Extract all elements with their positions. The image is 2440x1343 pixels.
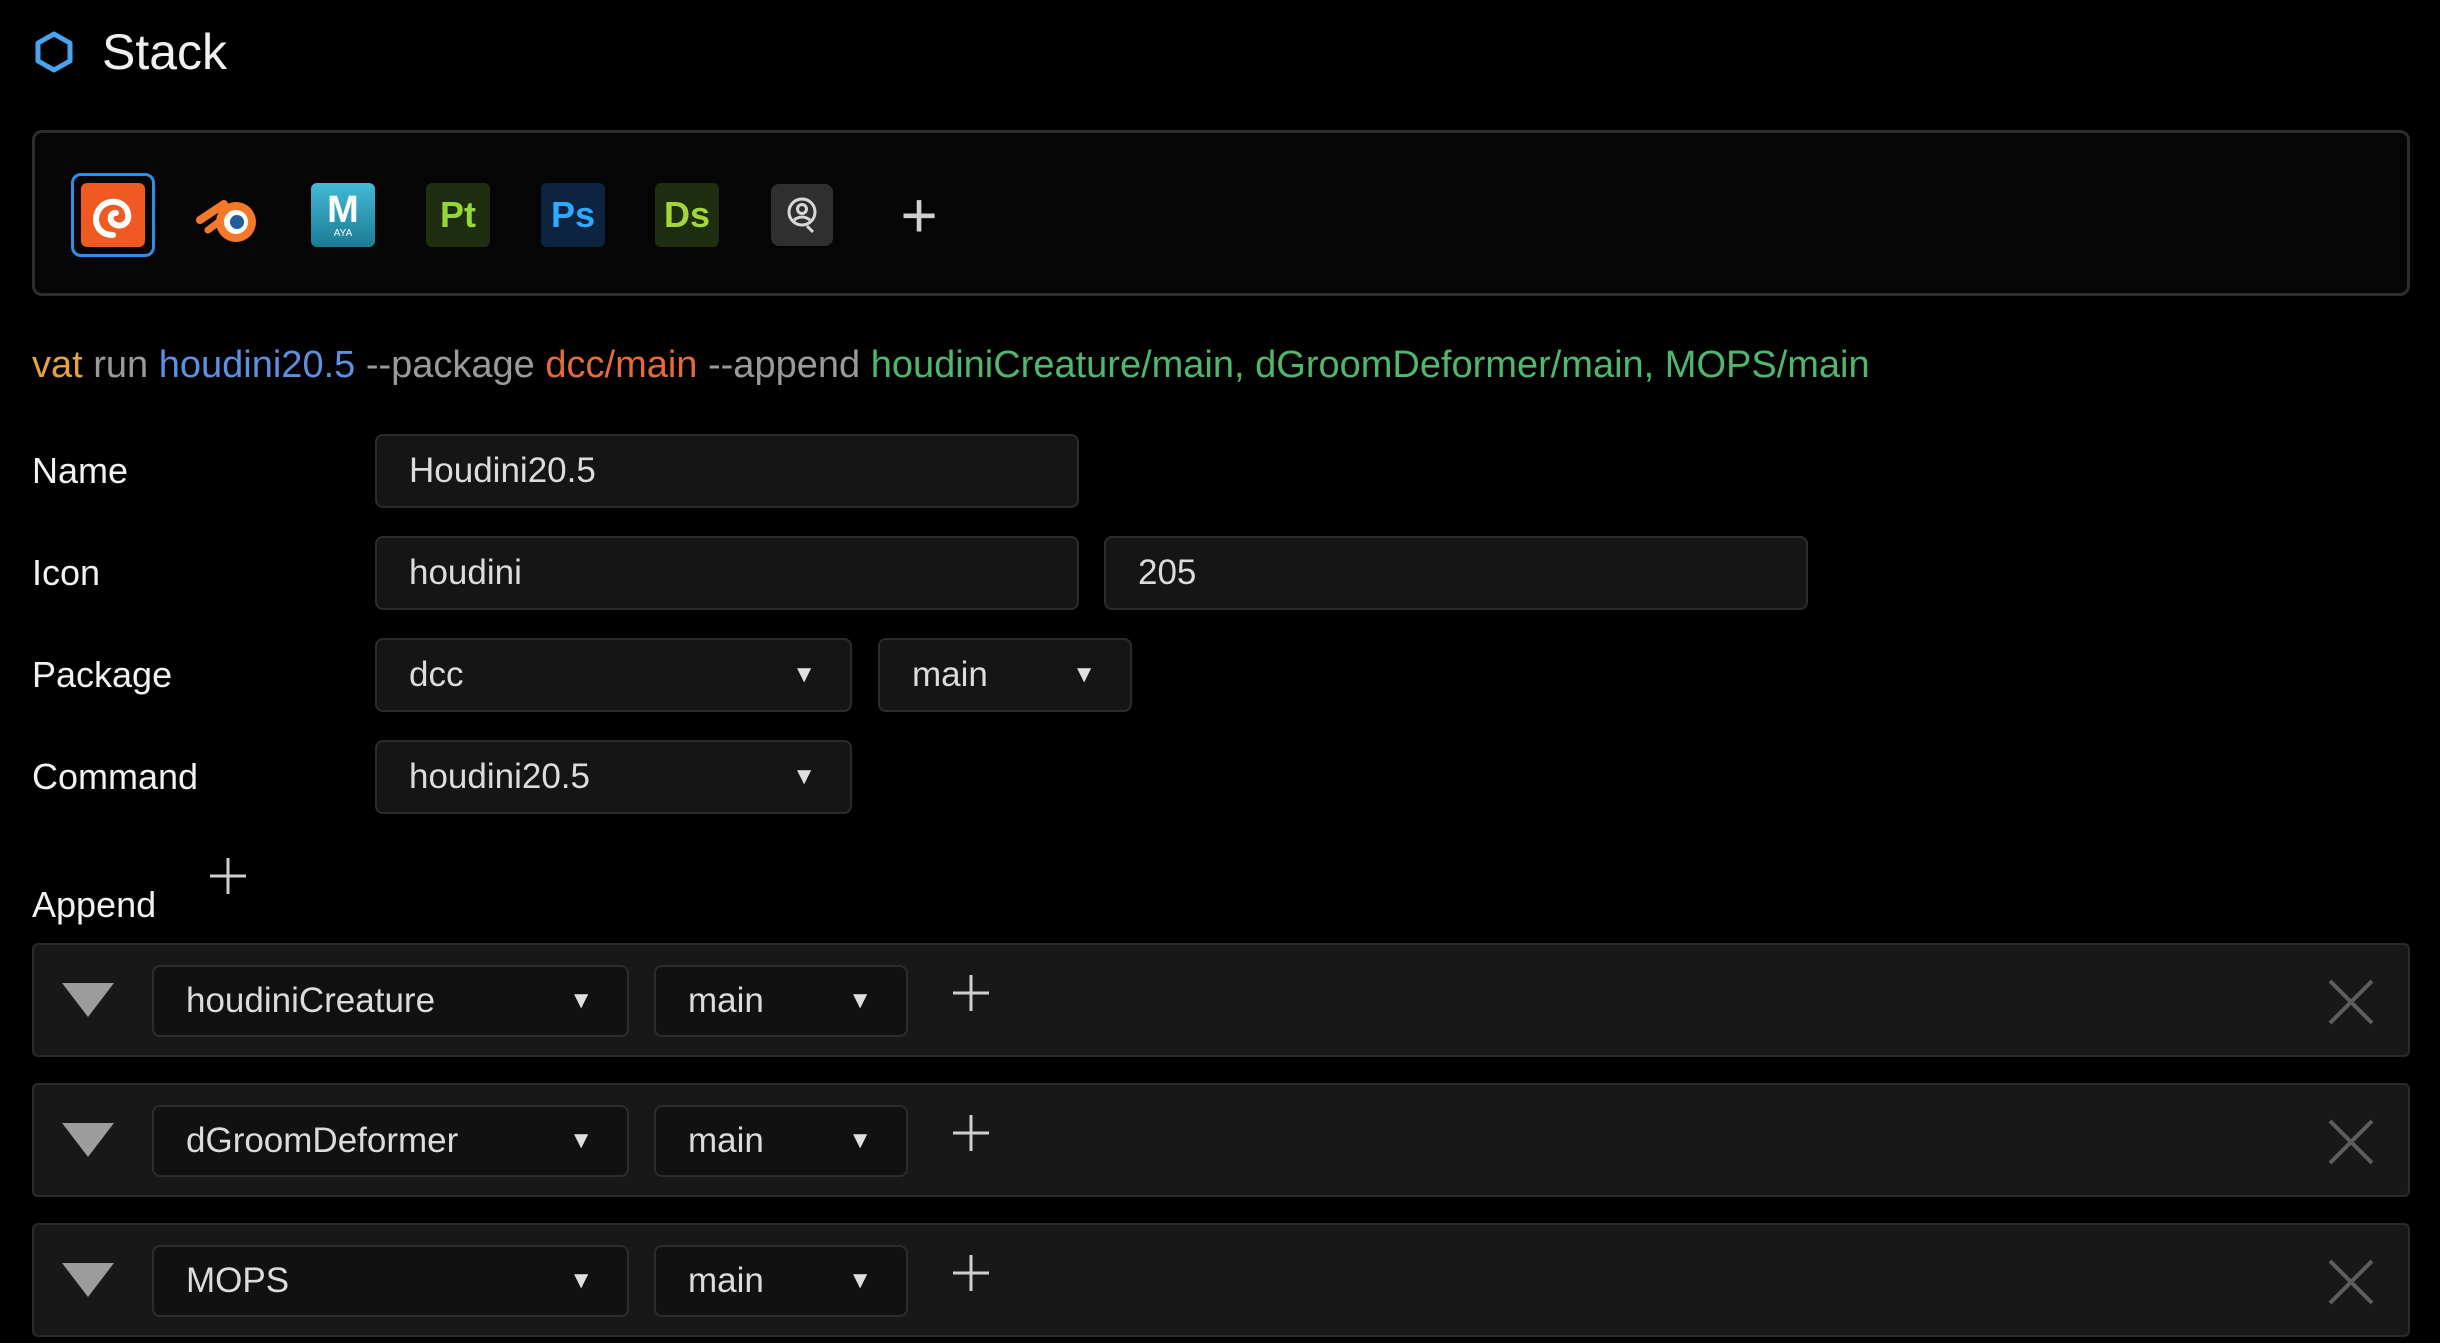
add-row-button[interactable]: [951, 973, 991, 1013]
icon-label: Icon: [32, 552, 101, 593]
collapse-toggle-icon[interactable]: [62, 1263, 114, 1297]
designer-app-button[interactable]: Ds: [645, 173, 729, 257]
append-package-select[interactable]: dGroomDeformer ▼: [152, 1105, 629, 1177]
plus-icon: +: [900, 179, 938, 251]
icon-field[interactable]: houdini: [375, 536, 1079, 610]
close-icon[interactable]: [2326, 1257, 2376, 1307]
generic-app-button[interactable]: [760, 173, 844, 257]
append-label: Append: [32, 884, 157, 925]
command-label: Command: [32, 756, 199, 797]
dropdown-arrow-icon: ▼: [848, 987, 872, 1014]
append-version-select[interactable]: main ▼: [654, 1105, 908, 1177]
maya-app-button[interactable]: M AYA: [301, 173, 385, 257]
append-row: dGroomDeformer ▼ main ▼: [32, 1083, 2410, 1197]
add-row-button[interactable]: [951, 1113, 991, 1153]
dropdown-arrow-icon: ▼: [792, 763, 816, 790]
append-version-select[interactable]: main ▼: [654, 1245, 908, 1317]
append-row: MOPS ▼ main ▼: [32, 1223, 2410, 1337]
dropdown-arrow-icon: ▼: [848, 1267, 872, 1294]
app-toolbar: M AYA Pt Ps Ds +: [32, 130, 2410, 296]
name-field[interactable]: Houdini20.5: [375, 434, 1079, 508]
package-label: Package: [32, 654, 173, 695]
name-label: Name: [32, 450, 129, 491]
add-append-button[interactable]: [208, 856, 248, 896]
maya-icon: M AYA: [311, 183, 375, 247]
blender-icon: [196, 200, 256, 242]
dropdown-arrow-icon: ▼: [848, 1127, 872, 1154]
painter-icon: Pt: [426, 183, 490, 247]
dropdown-arrow-icon: ▼: [569, 1127, 593, 1154]
collapse-toggle-icon[interactable]: [62, 1123, 114, 1157]
collapse-toggle-icon[interactable]: [62, 983, 114, 1017]
photoshop-icon: Ps: [541, 183, 605, 247]
append-version-select[interactable]: main ▼: [654, 965, 908, 1037]
command-select[interactable]: houdini20.5 ▼: [375, 740, 852, 814]
painter-app-button[interactable]: Pt: [416, 173, 500, 257]
icon-number-field[interactable]: 205: [1104, 536, 1808, 610]
photoshop-app-button[interactable]: Ps: [531, 173, 615, 257]
append-package-select[interactable]: MOPS ▼: [152, 1245, 629, 1317]
designer-icon: Ds: [655, 183, 719, 247]
blender-app-button[interactable]: [187, 173, 271, 257]
dropdown-arrow-icon: ▼: [569, 1267, 593, 1294]
append-row: houdiniCreature ▼ main ▼: [32, 943, 2410, 1057]
command-preview: vat run houdini20.5 --package dcc/main -…: [32, 344, 1870, 386]
houdini-icon: [81, 183, 145, 247]
stack-header: Stack: [32, 22, 227, 82]
close-icon[interactable]: [2326, 1117, 2376, 1167]
hexagon-icon: [35, 31, 73, 73]
dropdown-arrow-icon: ▼: [792, 661, 816, 688]
page-title: Stack: [102, 24, 228, 80]
houdini-app-button[interactable]: [71, 173, 155, 257]
package-select[interactable]: dcc ▼: [375, 638, 852, 712]
add-app-button[interactable]: +: [877, 173, 961, 257]
close-icon[interactable]: [2326, 977, 2376, 1027]
add-row-button[interactable]: [951, 1253, 991, 1293]
append-package-select[interactable]: houdiniCreature ▼: [152, 965, 629, 1037]
app-placeholder-icon: [771, 184, 833, 246]
package-version-select[interactable]: main ▼: [878, 638, 1132, 712]
dropdown-arrow-icon: ▼: [569, 987, 593, 1014]
dropdown-arrow-icon: ▼: [1072, 661, 1096, 688]
